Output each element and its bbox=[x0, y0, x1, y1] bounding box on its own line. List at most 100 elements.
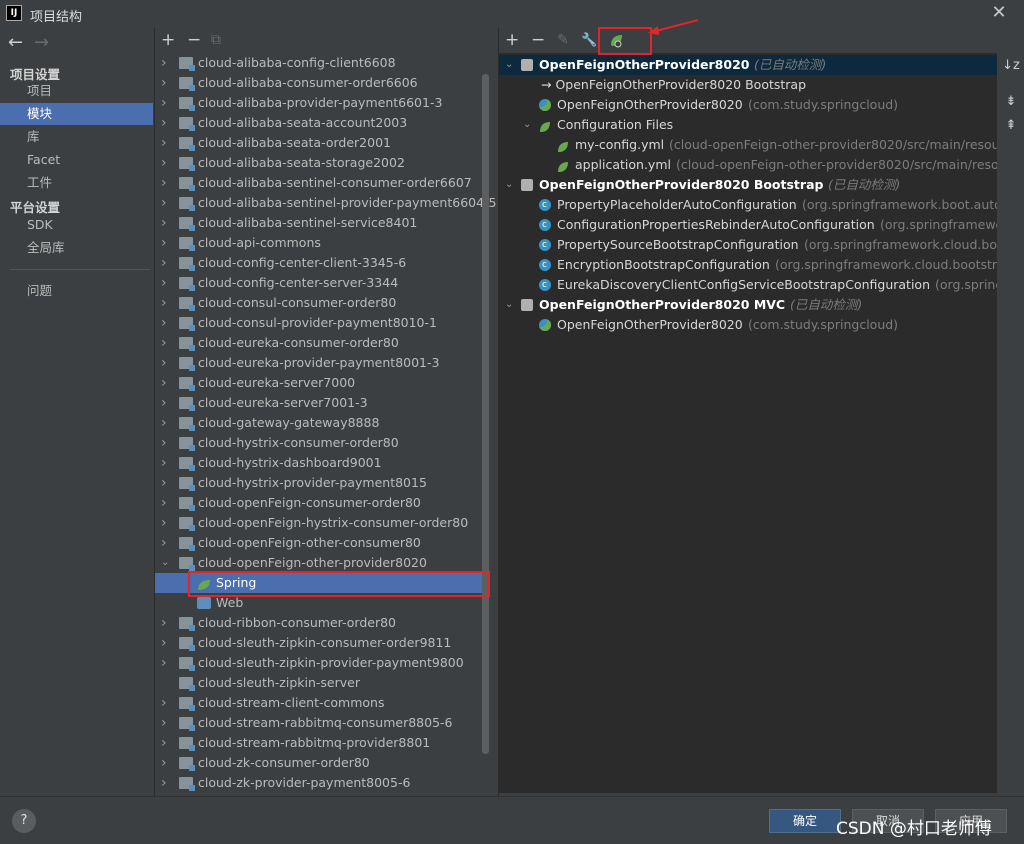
sort-az-icon[interactable]: ↓z bbox=[1001, 58, 1021, 78]
chevron-right-icon[interactable]: › bbox=[161, 493, 173, 513]
module-row[interactable]: › cloud-alibaba-config-client6608 bbox=[155, 53, 488, 73]
chevron-down-icon[interactable]: ⌄ bbox=[161, 553, 173, 573]
chevron-right-icon[interactable]: › bbox=[161, 53, 173, 73]
chevron-right-icon[interactable]: › bbox=[161, 73, 173, 93]
module-row[interactable]: › cloud-alibaba-sentinel-provider-payment… bbox=[155, 193, 497, 213]
chevron-right-icon[interactable]: › bbox=[161, 433, 173, 453]
module-row[interactable]: › cloud-alibaba-seata-account2003 bbox=[155, 113, 488, 133]
nav-item[interactable]: Facet bbox=[0, 149, 153, 171]
chevron-right-icon[interactable]: › bbox=[161, 633, 173, 653]
chevron-right-icon[interactable]: › bbox=[161, 153, 173, 173]
context-tree-row[interactable]: c PropertySourceBootstrapConfiguration (or… bbox=[499, 235, 997, 255]
chevron-right-icon[interactable]: › bbox=[161, 133, 173, 153]
module-row[interactable]: › cloud-config-center-server-3344 bbox=[155, 273, 488, 293]
chevron-right-icon[interactable]: › bbox=[161, 93, 173, 113]
add-context-button[interactable]: + bbox=[505, 30, 519, 50]
module-row[interactable]: › cloud-sleuth-zipkin-consumer-order9811 bbox=[155, 633, 488, 653]
context-tree-row[interactable]: OpenFeignOtherProvider8020 (com.study.spr… bbox=[499, 315, 997, 335]
module-row[interactable]: › cloud-alibaba-seata-storage2002 bbox=[155, 153, 488, 173]
nav-item[interactable]: 模块 bbox=[0, 103, 153, 125]
module-row[interactable]: › cloud-api-commons bbox=[155, 233, 488, 253]
expand-all-icon[interactable]: ⇟ bbox=[1001, 94, 1021, 114]
module-row[interactable]: › cloud-openFeign-hystrix-consumer-order8… bbox=[155, 513, 488, 533]
help-button[interactable]: ? bbox=[12, 809, 36, 833]
context-tree-row[interactable]: application.yml (cloud-openFeign-other-pr… bbox=[499, 155, 997, 175]
module-row[interactable]: › cloud-alibaba-sentinel-consumer-order66… bbox=[155, 173, 488, 193]
module-row[interactable]: › cloud-alibaba-sentinel-service8401 bbox=[155, 213, 488, 233]
module-row[interactable]: › cloud-eureka-provider-payment8001-3 bbox=[155, 353, 488, 373]
nav-item[interactable]: 工件 bbox=[0, 172, 153, 194]
chevron-right-icon[interactable]: › bbox=[161, 413, 173, 433]
chevron-right-icon[interactable]: › bbox=[161, 773, 173, 793]
chevron-right-icon[interactable]: › bbox=[161, 653, 173, 673]
module-row[interactable]: › cloud-openFeign-other-consumer80 bbox=[155, 533, 488, 553]
module-row[interactable]: › cloud-config-center-client-3345-6 bbox=[155, 253, 488, 273]
chevron-down-icon[interactable]: ⌄ bbox=[523, 115, 531, 135]
context-tree-row[interactable]: c ConfigurationPropertiesRebinderAutoConf… bbox=[499, 215, 997, 235]
chevron-right-icon[interactable]: › bbox=[161, 173, 173, 193]
module-row[interactable]: › cloud-hystrix-dashboard9001 bbox=[155, 453, 488, 473]
context-tree-row[interactable]: my-config.yml (cloud-openFeign-other-prov… bbox=[499, 135, 997, 155]
module-row[interactable]: › cloud-sleuth-zipkin-provider-payment980… bbox=[155, 653, 488, 673]
module-row[interactable]: › cloud-hystrix-consumer-order80 bbox=[155, 433, 488, 453]
chevron-right-icon[interactable]: › bbox=[161, 613, 173, 633]
back-arrow-icon[interactable]: ← bbox=[8, 32, 23, 53]
chevron-right-icon[interactable]: › bbox=[161, 533, 173, 553]
chevron-right-icon[interactable]: › bbox=[161, 193, 173, 213]
context-tree-row[interactable]: ⌄ Configuration Files bbox=[499, 115, 997, 135]
module-row[interactable]: › cloud-stream-rabbitmq-provider8801 bbox=[155, 733, 488, 753]
module-row[interactable]: › cloud-eureka-server7001-3 bbox=[155, 393, 488, 413]
chevron-right-icon[interactable]: › bbox=[161, 213, 173, 233]
context-tree-row[interactable]: ⌄ OpenFeignOtherProvider8020 (已自动检测) bbox=[499, 55, 997, 75]
module-row[interactable]: › cloud-gateway-gateway8888 bbox=[155, 413, 488, 433]
module-row[interactable]: › cloud-alibaba-consumer-order6606 bbox=[155, 73, 488, 93]
edit-icon[interactable]: ✎ bbox=[557, 32, 569, 48]
ok-button[interactable]: 确定 bbox=[769, 809, 841, 833]
chevron-right-icon[interactable]: › bbox=[161, 453, 173, 473]
module-row[interactable]: › cloud-hystrix-provider-payment8015 bbox=[155, 473, 488, 493]
module-row[interactable]: › cloud-alibaba-provider-payment6601-3 bbox=[155, 93, 488, 113]
context-tree-row[interactable]: → OpenFeignOtherProvider8020 Bootstrap bbox=[499, 75, 997, 95]
module-row[interactable]: › cloud-zk-consumer-order80 bbox=[155, 753, 488, 773]
module-row[interactable]: cloud-sleuth-zipkin-server bbox=[155, 673, 488, 693]
forward-arrow-icon[interactable]: → bbox=[34, 32, 49, 53]
chevron-right-icon[interactable]: › bbox=[161, 693, 173, 713]
copy-module-icon[interactable]: ⧉ bbox=[211, 32, 221, 48]
wrench-icon[interactable]: 🔧 bbox=[581, 33, 597, 48]
chevron-right-icon[interactable]: › bbox=[161, 253, 173, 273]
chevron-right-icon[interactable]: › bbox=[161, 233, 173, 253]
module-row[interactable]: › cloud-ribbon-consumer-order80 bbox=[155, 613, 488, 633]
chevron-right-icon[interactable]: › bbox=[161, 753, 173, 773]
module-row[interactable]: › cloud-alibaba-seata-order2001 bbox=[155, 133, 488, 153]
chevron-down-icon[interactable]: ⌄ bbox=[505, 55, 513, 75]
context-tree-row[interactable]: ⌄ OpenFeignOtherProvider8020 MVC (已自动检测) bbox=[499, 295, 997, 315]
chevron-right-icon[interactable]: › bbox=[161, 733, 173, 753]
chevron-right-icon[interactable]: › bbox=[161, 333, 173, 353]
module-row[interactable]: › cloud-zk-provider-payment8005-6 bbox=[155, 773, 488, 793]
chevron-right-icon[interactable]: › bbox=[161, 273, 173, 293]
chevron-right-icon[interactable]: › bbox=[161, 373, 173, 393]
remove-module-button[interactable]: − bbox=[187, 30, 201, 50]
context-tree-row[interactable]: c EncryptionBootstrapConfiguration (org.sp… bbox=[499, 255, 997, 275]
context-tree-row[interactable]: c PropertyPlaceholderAutoConfiguration (or… bbox=[499, 195, 997, 215]
module-list-scrollbar[interactable] bbox=[482, 74, 489, 754]
collapse-all-icon[interactable]: ⇞ bbox=[1001, 118, 1021, 138]
chevron-right-icon[interactable]: › bbox=[161, 313, 173, 333]
add-module-button[interactable]: + bbox=[161, 30, 175, 50]
chevron-right-icon[interactable]: › bbox=[161, 353, 173, 373]
module-row[interactable]: › cloud-eureka-consumer-order80 bbox=[155, 333, 488, 353]
nav-item[interactable]: 库 bbox=[0, 126, 153, 148]
module-row[interactable]: › cloud-stream-client-commons bbox=[155, 693, 488, 713]
nav-item[interactable]: SDK bbox=[0, 214, 153, 236]
remove-context-button[interactable]: − bbox=[531, 30, 545, 50]
context-tree-row[interactable]: ⌄ OpenFeignOtherProvider8020 Bootstrap (已自… bbox=[499, 175, 997, 195]
context-tree-row[interactable]: OpenFeignOtherProvider8020 (com.study.spr… bbox=[499, 95, 997, 115]
nav-item[interactable]: 全局库 bbox=[0, 237, 153, 259]
module-row[interactable]: › cloud-openFeign-consumer-order80 bbox=[155, 493, 488, 513]
module-row[interactable]: ⌄ cloud-openFeign-other-provider8020 bbox=[155, 553, 488, 573]
context-tree-row[interactable]: c EurekaDiscoveryClientConfigServiceBoots… bbox=[499, 275, 997, 295]
chevron-down-icon[interactable]: ⌄ bbox=[505, 295, 513, 315]
chevron-down-icon[interactable]: ⌄ bbox=[505, 175, 513, 195]
chevron-right-icon[interactable]: › bbox=[161, 713, 173, 733]
chevron-right-icon[interactable]: › bbox=[161, 393, 173, 413]
